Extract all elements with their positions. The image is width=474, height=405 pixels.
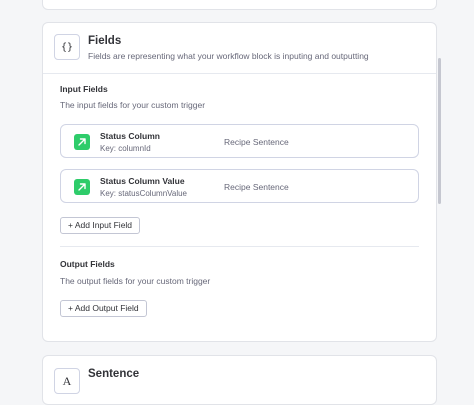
text-icon: A (54, 368, 80, 394)
field-key: Key: columnId (100, 144, 151, 153)
sentence-card: A Sentence (42, 355, 437, 405)
add-input-field-button[interactable]: + Add Input Field (60, 217, 141, 234)
fields-card: {} Fields Fields are representing what y… (42, 22, 437, 342)
input-field-row[interactable]: Status Column Key: columnId Recipe Sente… (60, 124, 419, 158)
output-fields-description: The output fields for your custom trigge… (60, 276, 211, 286)
sentence-title: Sentence (88, 368, 140, 380)
previous-card (42, 0, 437, 10)
field-name: Status Column Value (100, 176, 185, 186)
field-type: Recipe Sentence (224, 137, 289, 147)
scrollbar[interactable] (438, 58, 441, 204)
section-divider (60, 246, 419, 247)
input-fields-description: The input fields for your custom trigger (60, 100, 206, 110)
arrow-up-right-icon (74, 134, 90, 150)
field-name: Status Column (100, 131, 160, 141)
fields-card-header: {} Fields Fields are representing what y… (43, 23, 436, 74)
field-type: Recipe Sentence (224, 182, 289, 192)
input-field-row[interactable]: Status Column Value Key: statusColumnVal… (60, 169, 419, 203)
fields-subtitle: Fields are representing what your workfl… (88, 51, 369, 61)
field-key: Key: statusColumnValue (100, 189, 188, 198)
add-output-field-button[interactable]: + Add Output Field (60, 300, 147, 317)
output-fields-title: Output Fields (60, 259, 115, 269)
input-fields-title: Input Fields (60, 84, 108, 94)
braces-icon: {} (54, 34, 80, 60)
arrow-up-right-icon (74, 179, 90, 195)
fields-title: Fields (88, 35, 122, 47)
